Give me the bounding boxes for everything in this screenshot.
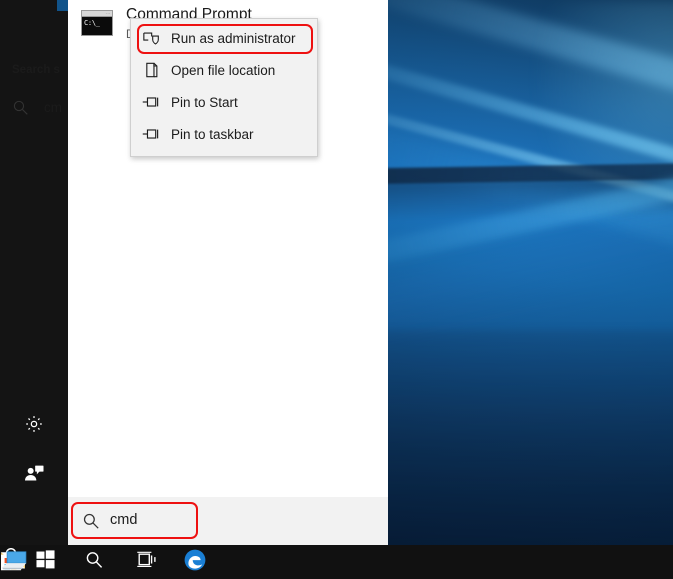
remote-desktop-button[interactable] bbox=[0, 545, 28, 579]
remote-desktop-icon bbox=[0, 549, 28, 576]
windows-logo-icon bbox=[35, 550, 55, 574]
menu-item-open-file-location[interactable]: Open file location bbox=[131, 54, 317, 86]
menu-item-pin-to-taskbar[interactable]: Pin to taskbar bbox=[131, 118, 317, 150]
pin-icon bbox=[131, 127, 171, 141]
context-menu: Run as administrator Open file location bbox=[130, 18, 318, 157]
edge-icon bbox=[183, 548, 207, 577]
account-icon bbox=[23, 463, 45, 488]
start-menu-search-area: cmd bbox=[68, 497, 388, 545]
search-icon bbox=[84, 550, 104, 575]
menu-item-run-as-administrator[interactable]: Run as administrator bbox=[131, 22, 317, 54]
search-icon bbox=[12, 99, 29, 121]
wallpaper-glow bbox=[520, 0, 673, 260]
search-icon bbox=[82, 512, 100, 535]
taskbar-search-button[interactable] bbox=[72, 545, 116, 579]
task-view-button[interactable] bbox=[128, 545, 166, 579]
task-view-icon bbox=[136, 550, 158, 574]
sidebar-item-settings[interactable] bbox=[0, 402, 68, 450]
search-input-value: cmd bbox=[110, 512, 138, 528]
shield-run-as-admin-icon bbox=[131, 30, 171, 47]
selected-item-edge bbox=[57, 0, 68, 11]
gear-icon bbox=[24, 414, 44, 439]
menu-item-label: Open file location bbox=[171, 62, 276, 78]
taskbar bbox=[0, 545, 673, 579]
pin-icon bbox=[131, 95, 171, 109]
menu-item-pin-to-start[interactable]: Pin to Start bbox=[131, 86, 317, 118]
menu-item-label: Run as administrator bbox=[171, 30, 296, 46]
search-input[interactable]: cmd bbox=[68, 497, 388, 545]
command-prompt-icon: ··· C:\_ bbox=[81, 10, 113, 36]
search-section-header: Search s bbox=[12, 64, 60, 76]
titlebar-dots: ··· bbox=[105, 11, 111, 16]
start-button[interactable] bbox=[26, 545, 64, 579]
open-folder-icon bbox=[131, 61, 171, 79]
desktop-screen: ··· C:\_ Command Prompt D Search s cm bbox=[0, 0, 673, 579]
menu-item-label: Pin to taskbar bbox=[171, 126, 254, 142]
command-prompt-icon-text: C:\_ bbox=[82, 17, 112, 35]
edge-button[interactable] bbox=[176, 545, 214, 579]
start-menu-left-rail bbox=[0, 0, 68, 545]
menu-item-label: Pin to Start bbox=[171, 94, 238, 110]
search-suggestion-text: cm bbox=[44, 100, 62, 115]
sidebar-item-feedback[interactable] bbox=[0, 451, 68, 499]
